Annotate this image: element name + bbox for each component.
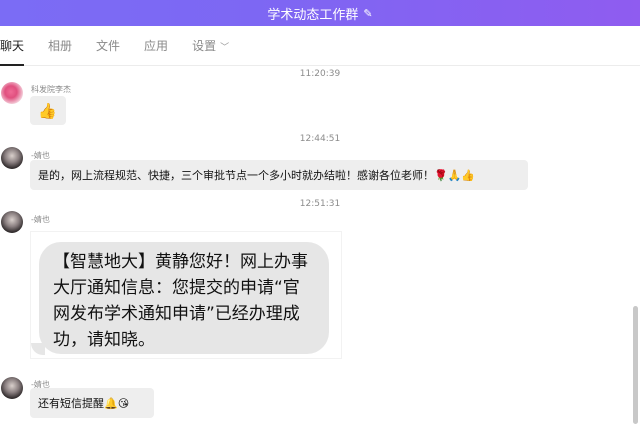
timestamp: 12:51:31: [299, 199, 341, 209]
message-bubble[interactable]: 是的，网上流程规范、快捷，三个审批节点一个多小时就办结啦！感谢各位老师！🌹🙏👍: [30, 160, 528, 190]
tab-files[interactable]: 文件: [96, 26, 120, 66]
tab-files-label: 文件: [96, 38, 121, 53]
tab-album-label: 相册: [48, 38, 73, 53]
tab-chat[interactable]: 聊天: [0, 26, 25, 66]
image-message[interactable]: 【智慧地大】黄静您好！网上办事大厅通知信息：您提交的申请“官网发布学术通知申请”…: [30, 231, 342, 359]
timestamp: 11:20:39: [299, 69, 341, 79]
tab-apps[interactable]: 应用: [144, 26, 168, 66]
window-title: 学术动态工作群: [267, 7, 359, 23]
sender-name: 科发院李杰: [31, 85, 71, 94]
sms-screenshot-text: 【智慧地大】黄静您好！网上办事大厅通知信息：您提交的申请“官网发布学术通知申请”…: [39, 242, 329, 354]
sender-name: -婧也: [31, 215, 50, 224]
window-titlebar: 学术动态工作群 ✎: [0, 0, 640, 26]
timestamp: 12:44:51: [299, 134, 341, 144]
tab-album[interactable]: 相册: [48, 26, 72, 66]
message-text: 还有短信提醒🔔😘: [38, 397, 130, 410]
avatar[interactable]: [1, 377, 23, 399]
tab-chat-label: 聊天: [0, 38, 25, 53]
avatar[interactable]: [1, 147, 23, 169]
avatar[interactable]: [1, 211, 23, 233]
message-bubble[interactable]: 👍: [30, 96, 66, 125]
chevron-down-icon: ﹀: [220, 42, 230, 53]
thumbs-up-icon: 👍: [38, 101, 57, 120]
tab-settings[interactable]: 设置 ﹀: [192, 26, 229, 66]
chat-area[interactable]: 11:20:39 科发院李杰 👍 12:44:51 -婧也 是的，网上流程规范、…: [0, 66, 640, 427]
tab-apps-label: 应用: [144, 38, 169, 53]
message-text: 是的，网上流程规范、快捷，三个审批节点一个多小时就办结啦！感谢各位老师！🌹🙏👍: [38, 169, 476, 182]
chat-scrollbar[interactable]: [633, 306, 638, 424]
tab-bar: 聊天 相册 文件 应用 设置 ﹀: [0, 26, 640, 66]
message-bubble[interactable]: 还有短信提醒🔔😘: [30, 388, 154, 418]
avatar[interactable]: [1, 82, 23, 104]
edit-icon[interactable]: ✎: [363, 7, 372, 20]
tab-settings-label: 设置: [192, 38, 217, 53]
